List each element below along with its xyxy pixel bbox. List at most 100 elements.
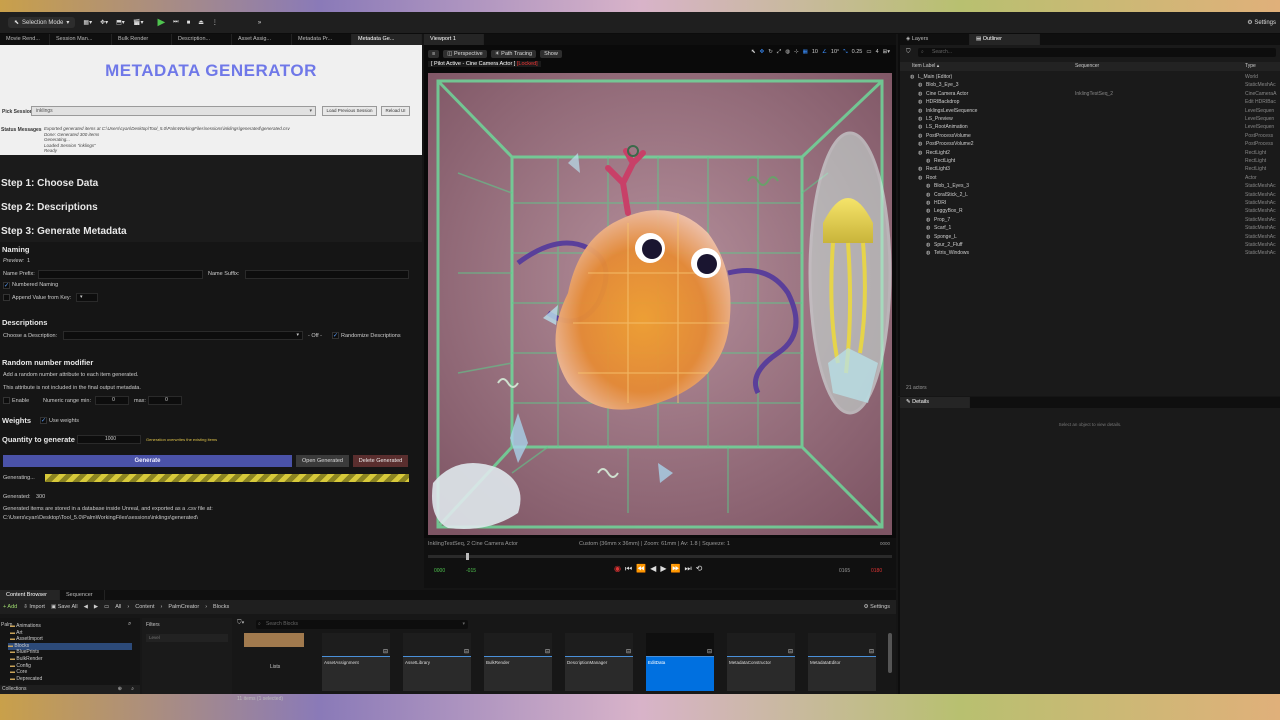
translate-icon[interactable]: ✥ (760, 49, 765, 56)
outliner-row[interactable]: ◍ InklingsLevelSequence LevelSequen (900, 107, 1280, 116)
transform-button[interactable]: ✥▾ (100, 19, 108, 26)
outliner-row[interactable]: ◍ RectLight2 RectLight (900, 149, 1280, 158)
expand-toolbar-button[interactable]: » (258, 20, 261, 26)
step-forward-icon[interactable]: ⏩ (670, 564, 680, 574)
play-options-button[interactable]: ⋮ (212, 19, 218, 26)
angle-snap-icon[interactable]: ∠ (822, 49, 827, 56)
cinematics-button[interactable]: 🎬︎▾ (133, 19, 144, 26)
collections-bar[interactable]: Collections ⊕ ⌕ (0, 685, 140, 694)
outliner-row[interactable]: ◍ RectLight3 RectLight (900, 165, 1280, 174)
grid-snap-icon[interactable]: ▦ (803, 49, 808, 56)
jump-end-icon[interactable]: ⏭ (684, 564, 691, 574)
tab-session-manager[interactable]: Session Man... (50, 34, 112, 45)
tab-bulk-render[interactable]: Bulk Render (112, 34, 172, 45)
step-1-heading[interactable]: Step 1: Choose Data (1, 178, 98, 189)
add-button[interactable]: + Add (3, 604, 17, 610)
numbered-naming-checkbox[interactable]: ✓ (3, 282, 10, 289)
asset-search-input[interactable]: ⌕ Search Blocks ▾ (256, 620, 468, 629)
outliner-row[interactable]: ◍ PostProcessVolume2 PostProcess (900, 140, 1280, 149)
angle-snap-value[interactable]: 10° (831, 49, 839, 56)
scrub-bar[interactable] (428, 553, 892, 560)
save-all-button[interactable]: ▣ Save All (51, 604, 78, 610)
outliner-row[interactable]: ◍ Spur_2_Fluff StaticMeshAc (900, 241, 1280, 250)
play-button[interactable]: ▶ (157, 17, 165, 28)
quantity-input[interactable]: 1000 (77, 435, 141, 444)
globe-icon[interactable]: ◍ (785, 49, 790, 56)
breadcrumb-all[interactable]: All (115, 604, 121, 610)
stop-button[interactable]: ■ (187, 20, 191, 26)
tab-details[interactable]: ✎ Details (900, 397, 970, 408)
outliner-row[interactable]: ◍ LS_RootAnimation LevelSequen (900, 123, 1280, 132)
outliner-row[interactable]: ◍ Blob_3_Eye_3 StaticMeshAc (900, 81, 1280, 90)
asset-tile[interactable]: ⊟ EditData (646, 633, 714, 691)
scale-snap-value[interactable]: 0.25 (852, 49, 863, 56)
rotate-icon[interactable]: ↻ (768, 49, 773, 56)
column-item-label[interactable]: Item Label ▴ (912, 62, 939, 71)
use-weights-checkbox[interactable]: ✓ (40, 417, 47, 424)
loop-icon[interactable]: ⟲ (696, 564, 703, 574)
append-key-select[interactable]: ▾ (76, 293, 98, 302)
filter-icon[interactable]: ⛉ (906, 49, 911, 56)
column-sequencer[interactable]: Sequencer (1075, 62, 1099, 71)
range-min-input[interactable]: 0 (95, 396, 129, 405)
load-previous-session-button[interactable]: Load Previous Session (322, 106, 377, 116)
folder-lists-label[interactable]: Lists (270, 664, 280, 670)
content-settings-button[interactable]: ⚙ Settings (864, 604, 890, 610)
import-button[interactable]: ⇩ Import (23, 604, 45, 610)
tab-outliner[interactable]: ▤ Outliner (970, 34, 1040, 45)
outliner-row[interactable]: ◍ L_Main (Editor) World (900, 73, 1280, 82)
settings-button[interactable]: ⚙ Settings (1247, 19, 1276, 26)
asset-grid-scrollbar[interactable] (888, 633, 892, 673)
tab-metadata-preview[interactable]: Metadata Pr... (292, 34, 352, 45)
path-tracing-button[interactable]: ☀ Path Tracing (490, 50, 537, 58)
name-prefix-input[interactable] (38, 270, 203, 279)
outliner-row[interactable]: ◍ HDRI StaticMeshAc (900, 199, 1280, 208)
scale-icon[interactable]: ⤢ (777, 49, 781, 56)
generate-button[interactable]: Generate (3, 455, 292, 467)
outliner-row[interactable]: ◍ LeggyBox_R StaticMeshAc (900, 207, 1280, 216)
filter-level-chip[interactable]: Level (146, 634, 228, 642)
playhead[interactable] (466, 553, 469, 560)
history-back-icon[interactable]: ◀ (84, 604, 88, 610)
record-icon[interactable]: ◉ (614, 564, 621, 574)
play-icon[interactable]: ▶ (660, 564, 666, 574)
search-icon[interactable]: ⌕ (131, 685, 134, 694)
outliner-search-input[interactable]: ⌕ Search... (918, 48, 1276, 57)
tab-metadata-generator[interactable]: Metadata Ge... (352, 34, 422, 45)
asset-tile[interactable]: ⊟ AssetAssignment (322, 633, 390, 691)
perspective-button[interactable]: ◫ Perspective (443, 50, 487, 58)
tab-movie-render[interactable]: Movie Rend... (0, 34, 50, 45)
eject-button[interactable]: ⏏ (198, 19, 204, 26)
outliner-row[interactable]: ◍ Cine Camera Actor InklingTestSeq_2 CineCa… (900, 90, 1280, 99)
viewport-menu-button[interactable]: ≡ (428, 50, 440, 58)
snap-button[interactable]: ▦▾ (83, 19, 92, 26)
session-select[interactable]: inklings (31, 106, 316, 116)
tab-layers[interactable]: ◈ Layers (900, 34, 970, 45)
outliner-row[interactable]: ◍ PostProcessVolume PostProcess (900, 132, 1280, 141)
outliner-row[interactable]: ◍ Sponge_L StaticMeshAc (900, 233, 1280, 242)
open-generated-button[interactable]: Open Generated (296, 455, 349, 467)
outliner-row[interactable]: ◍ Scarf_1 StaticMeshAc (900, 224, 1280, 233)
folder-lists-thumbnail[interactable] (244, 633, 304, 647)
asset-tile[interactable]: ⊟ BulkRender (484, 633, 552, 691)
skip-button[interactable]: ⏭ (173, 19, 178, 26)
folder-item[interactable]: ▬ Deprecated (10, 676, 42, 683)
grid-snap-value[interactable]: 10 (812, 49, 818, 56)
delete-generated-button[interactable]: Delete Generated (353, 455, 408, 467)
blueprint-button[interactable]: ⬒▾ (116, 19, 125, 26)
camera-speed-value[interactable]: 4 (876, 49, 879, 56)
asset-tile[interactable]: ⊟ MetadataConstructor (727, 633, 795, 691)
tab-viewport[interactable]: Viewport 1 (424, 34, 484, 45)
outliner-row[interactable]: ◍ Root Actor (900, 174, 1280, 183)
jump-start-icon[interactable]: ⏮ (625, 564, 632, 574)
show-button[interactable]: Show (540, 50, 562, 58)
column-type[interactable]: Type (1245, 62, 1256, 71)
tab-asset-assignment[interactable]: Asset Assig... (232, 34, 292, 45)
outliner-row[interactable]: ◍ HDRIBackdrop Edit HDRIBac (900, 98, 1280, 107)
add-collection-icon[interactable]: ⊕ (118, 685, 122, 694)
filter-icon[interactable]: ⛉▾ (237, 620, 244, 627)
rendered-scene[interactable] (428, 73, 892, 535)
tab-sequencer[interactable]: Sequencer (60, 590, 105, 600)
breadcrumb-blocks[interactable]: Blocks (213, 604, 229, 610)
outliner-row[interactable]: ◍ LS_Preview LevelSequen (900, 115, 1280, 124)
